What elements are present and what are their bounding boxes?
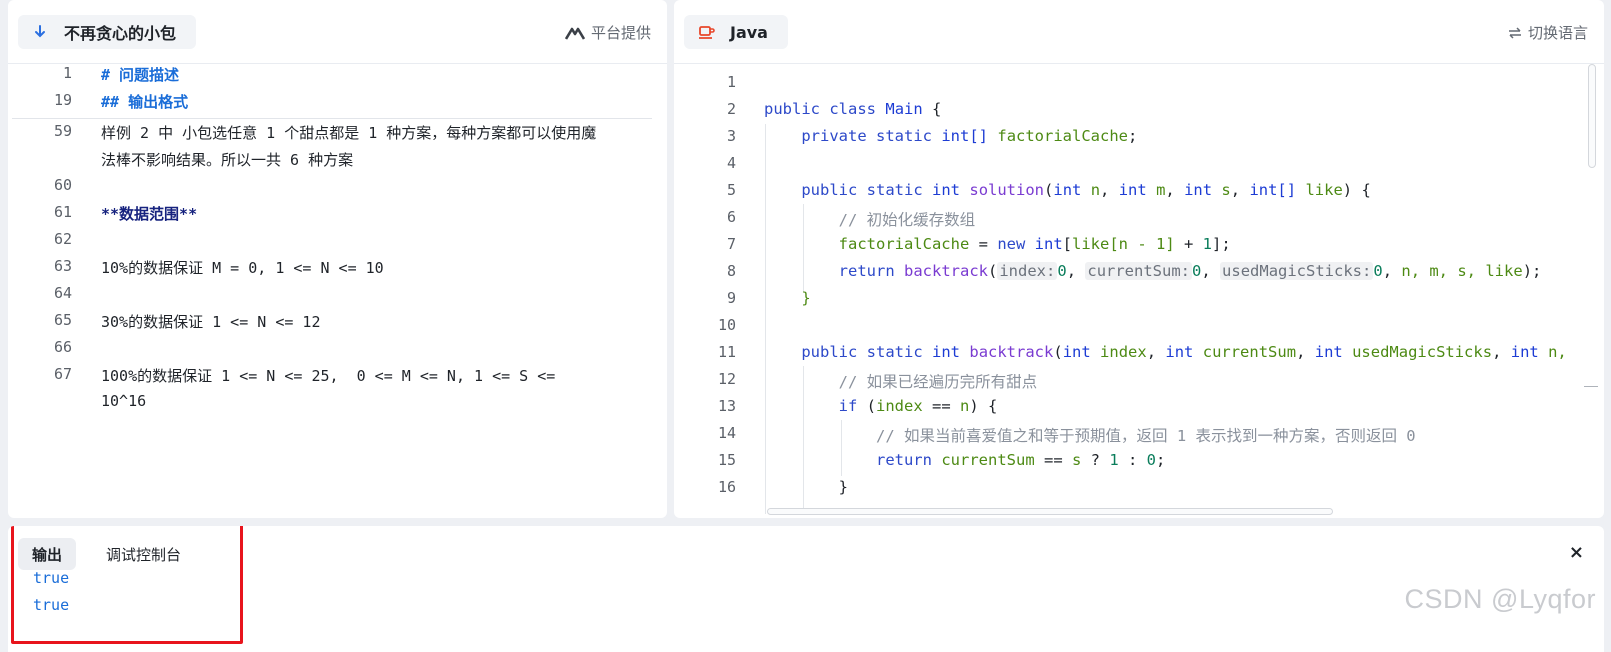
code-line: 16 }: [674, 478, 1604, 506]
switch-language-label: 切换语言: [1527, 24, 1588, 42]
code-text: return backtrack(index: 0, currentSum: 0, …: [838, 262, 1542, 280]
code-text: }: [838, 478, 848, 496]
inlay-hint: currentSum:: [1085, 262, 1193, 280]
md-text: 10%的数据保证 M = 0, 1 <= N <= 10: [101, 259, 384, 277]
md-text: 样例 2 中 小包选任意 1 个甜点都是 1 种方案，每种方案都可以使用魔: [101, 124, 597, 142]
code-text: public static int solution(int n, int m,…: [801, 181, 1371, 199]
inlay-hint: index:: [997, 262, 1058, 280]
sticky-separator: [12, 118, 652, 119]
md-text: 10^16: [101, 392, 147, 410]
problem-title-tab[interactable]: 不再贪心的小包: [18, 15, 197, 49]
line-number: 59: [53, 122, 72, 140]
code-text: // 初始化缓存数组: [838, 211, 976, 229]
close-icon[interactable]: ×: [1569, 542, 1584, 563]
editor-header: Java 切换语言: [674, 0, 1604, 64]
line-number: 67: [53, 365, 72, 383]
highlight-annotation-box: [11, 526, 243, 644]
line-number: 64: [53, 284, 72, 302]
platform-provided: 平台提供: [564, 22, 651, 43]
switch-language-button[interactable]: 切换语言: [1508, 22, 1588, 43]
code-text: // 如果已经遍历完所有甜点: [838, 373, 1038, 391]
md-text: 100%的数据保证 1 <= N <= 25, 0 <= M <= N, 1 <…: [101, 367, 556, 385]
code-line: 15 return currentSum == s ? 1 : 0;: [674, 451, 1604, 479]
code-editor-panel: Java 切换语言 1 2 public class Main { 3 priv…: [674, 0, 1604, 518]
line-number: 65: [53, 311, 72, 329]
inlay-hint: usedMagicSticks:: [1220, 262, 1374, 280]
md-text: 法棒不影响结果。所以一共 6 种方案: [101, 151, 354, 169]
md-heading: # 问题描述: [101, 66, 180, 84]
line-number: 5: [726, 181, 736, 199]
line-number: 1: [726, 73, 736, 91]
language-tab[interactable]: Java: [684, 15, 788, 49]
line-number: 11: [717, 343, 736, 361]
code-line: 3 private static int[] factorialCache;: [674, 127, 1604, 155]
line-number: 13: [717, 397, 736, 415]
code-line: 7 factorialCache = new int[like[n - 1] +…: [674, 235, 1604, 263]
code-text: public class Main {: [764, 100, 942, 118]
line-number: 14: [717, 424, 736, 442]
line-number: 8: [726, 262, 736, 280]
code-line: 12 // 如果已经遍历完所有甜点: [674, 370, 1604, 398]
code-line: 1: [674, 73, 1604, 101]
code-line: 10: [674, 316, 1604, 344]
platform-provided-label: 平台提供: [590, 24, 651, 42]
code-line: 14 // 如果当前喜爱值之和等于预期值，返回 1 表示找到一种方案，否则返回 …: [674, 424, 1604, 452]
line-number: 4: [726, 154, 736, 172]
download-arrow-icon: [32, 24, 54, 40]
code-text: return currentSum == s ? 1 : 0;: [875, 451, 1166, 469]
problem-header: 不再贪心的小包 平台提供: [8, 0, 667, 64]
line-number: 63: [53, 257, 72, 275]
line-number: 6: [726, 208, 736, 226]
line-number: 16: [717, 478, 736, 496]
problem-panel: 不再贪心的小包 平台提供 1 # 问题描述 19 ## 输出格式 59 样例 2…: [8, 0, 667, 518]
line-number: 61: [53, 203, 72, 221]
line-number: 12: [717, 370, 736, 388]
line-number: 60: [53, 176, 72, 194]
swap-arrows-icon: [1508, 26, 1522, 39]
code-line: 2 public class Main {: [674, 100, 1604, 128]
code-line: 4: [674, 154, 1604, 182]
output-panel: 输出 调试控制台 true true × CSDN @Lyqfor: [8, 526, 1604, 652]
watermark: CSDN @Lyqfor: [1404, 584, 1596, 614]
line-number: 2: [726, 100, 736, 118]
overview-ruler-mark: [1584, 386, 1598, 387]
java-cup-icon: [698, 24, 720, 40]
problem-title: 不再贪心的小包: [64, 24, 177, 43]
language-label: Java: [730, 22, 768, 42]
md-heading: ## 输出格式: [101, 93, 189, 111]
code-line: 6 // 初始化缓存数组: [674, 208, 1604, 236]
code-line: 11 public static int backtrack(int index…: [674, 343, 1604, 371]
code-text: public static int backtrack(int index, i…: [801, 343, 1567, 361]
line-number: 62: [53, 230, 72, 248]
code-line: 9 }: [674, 289, 1604, 317]
line-number: 66: [53, 338, 72, 356]
code-text: private static int[] factorialCache;: [801, 127, 1138, 145]
code-line: 5 public static int solution(int n, int …: [674, 181, 1604, 209]
code-text: if (index == n) {: [838, 397, 998, 415]
vertical-scrollbar[interactable]: [1588, 64, 1596, 168]
line-number: 19: [53, 91, 72, 109]
code-line: 13 if (index == n) {: [674, 397, 1604, 425]
code-line: 8 return backtrack(index: 0, currentSum: 0…: [674, 262, 1604, 290]
horizontal-scrollbar[interactable]: [767, 508, 1333, 515]
code-text: factorialCache = new int[like[n - 1] + 1…: [838, 235, 1231, 253]
line-number: 3: [726, 127, 736, 145]
platform-logo-icon: [564, 26, 585, 40]
code-text: }: [801, 289, 811, 307]
line-number: 9: [726, 289, 736, 307]
line-number: 1: [62, 64, 72, 82]
line-number: 7: [726, 235, 736, 253]
code-text: // 如果当前喜爱值之和等于预期值，返回 1 表示找到一种方案，否则返回 0: [875, 427, 1416, 445]
md-text: 30%的数据保证 1 <= N <= 12: [101, 313, 321, 331]
line-number: 15: [717, 451, 736, 469]
md-bold: **数据范围**: [101, 205, 198, 223]
line-number: 10: [717, 316, 736, 334]
